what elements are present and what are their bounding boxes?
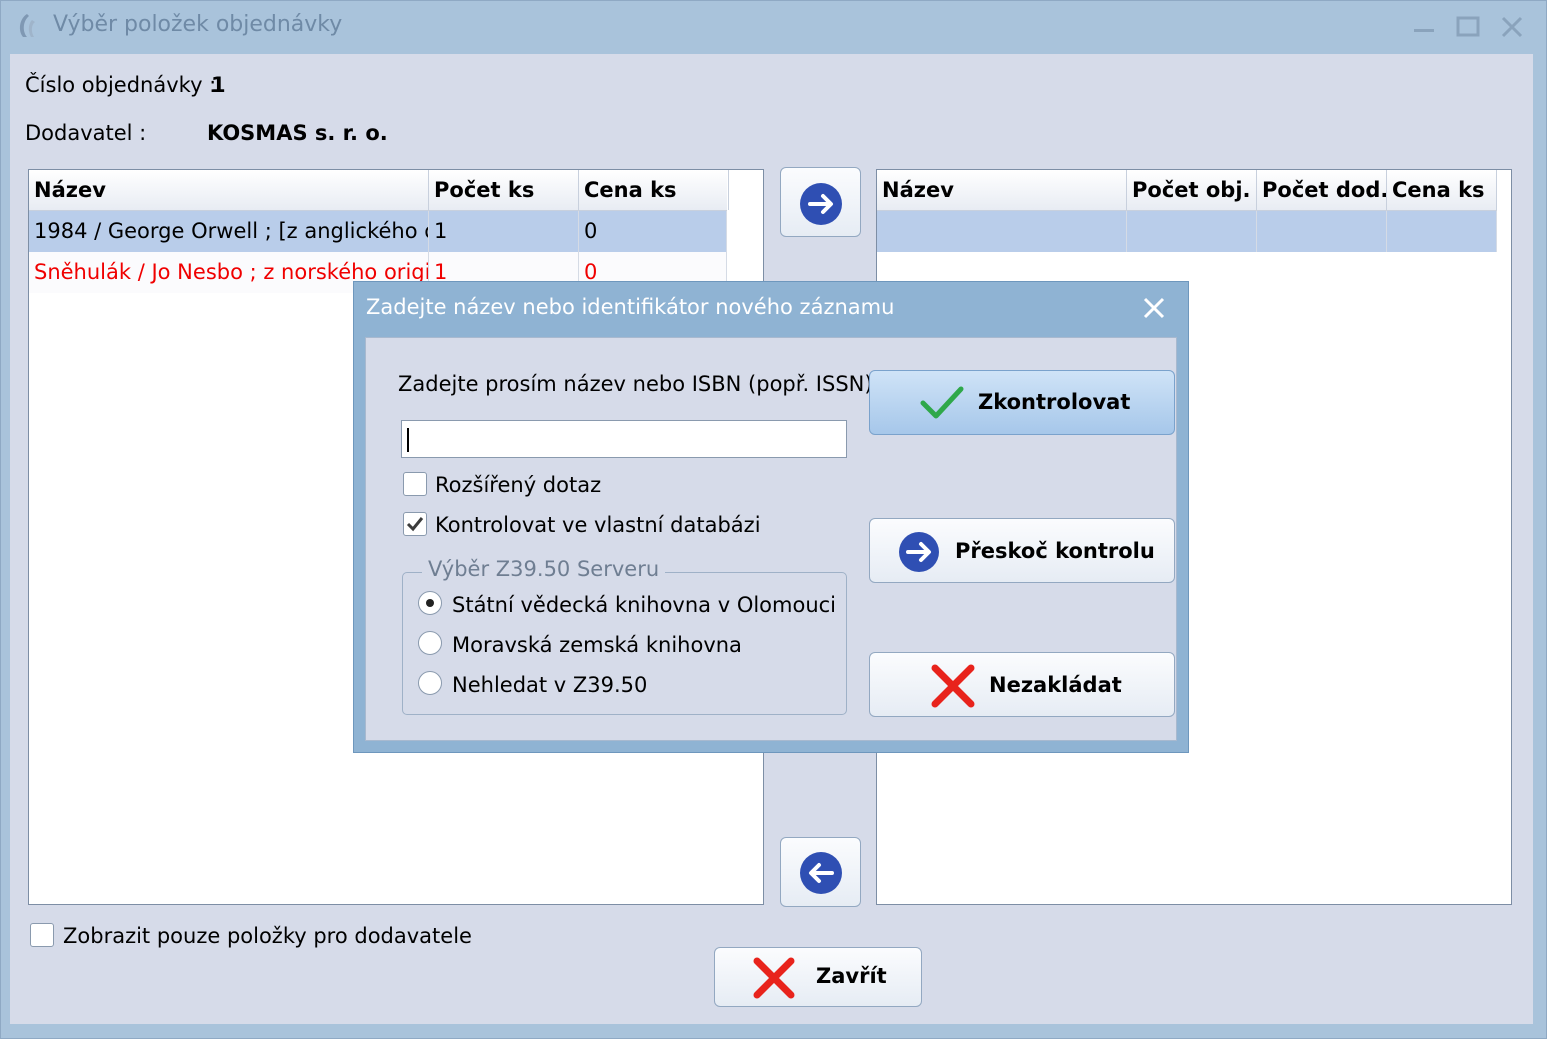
server-option-olomouc: Státní vědecká knihovna v Olomouci [452,593,837,617]
close-icon [1501,16,1523,38]
table-row[interactable] [877,211,1497,252]
app-logo-icon [19,14,35,37]
server-option-mzk: Moravská zemská knihovna [452,633,742,657]
column-header-delivered[interactable]: Počet dod. [1257,170,1387,210]
arrow-right-icon [800,183,842,225]
window-title: Výběr položek objednávky [53,12,343,37]
red-x-icon [931,664,975,708]
cell-price [1387,211,1497,252]
check-own-db-label: Kontrolovat ve vlastní databázi [435,513,761,537]
arrow-left-icon [800,852,842,894]
column-header-ordered[interactable]: Počet obj. [1127,170,1257,210]
text-cursor [407,428,409,452]
supplier-label: Dodavatel : [25,121,147,145]
server-radio-olomouc[interactable] [418,591,442,615]
extended-query-checkbox[interactable] [403,472,427,496]
remove-item-button[interactable] [780,837,861,907]
order-number-value: 1 [211,73,226,97]
grid-header: Název Počet obj. Počet dod. Cena ks [877,170,1497,211]
title-isbn-input[interactable] [401,420,847,458]
dialog-prompt: Zadejte prosím název nebo ISBN (popř. IS… [398,372,873,396]
dialog-body: Zadejte prosím název nebo ISBN (popř. IS… [365,337,1177,741]
arrow-right-icon [899,532,939,572]
extended-query-label: Rozšířený dotaz [435,473,602,497]
red-x-icon [753,957,795,999]
column-header-count[interactable]: Počet ks [429,170,579,210]
dialog-close-icon[interactable] [1142,296,1166,320]
cell-count: 1 [429,211,579,252]
main-window: Výběr položek objednávky Číslo objednávk… [0,0,1547,1039]
server-radio-none[interactable] [418,671,442,695]
supplier-value: KOSMAS s. r. o. [207,121,388,145]
supplier-filter-label: Zobrazit pouze položky pro dodavatele [63,924,472,948]
table-row[interactable]: 1984 / George Orwell ; [z anglického ori… [29,211,727,252]
cell-name [877,211,1127,252]
check-button[interactable]: Zkontrolovat [869,370,1175,435]
new-record-dialog: Zadejte název nebo identifikátor nového … [353,281,1189,753]
supplier-filter-checkbox[interactable] [30,923,54,947]
minimize-icon [1414,29,1434,32]
dialog-title: Zadejte název nebo identifikátor nového … [366,295,895,319]
server-option-none: Nehledat v Z39.50 [452,673,648,697]
cell-ordered [1127,211,1257,252]
column-header-name[interactable]: Název [877,170,1127,210]
close-button-label: Zavřít [816,964,887,988]
maximize-button[interactable] [1450,9,1486,45]
server-radio-mzk[interactable] [418,631,442,655]
z3950-server-group-legend: Výběr Z39.50 Serveru [422,557,666,581]
radio-dot [426,599,434,607]
cell-name: 1984 / George Orwell ; [z anglického ori… [29,211,429,252]
cell-price: 0 [579,211,727,252]
column-header-price[interactable]: Cena ks [1387,170,1497,210]
column-header-name[interactable]: Název [29,170,429,210]
grid-header: Název Počet ks Cena ks [29,170,729,211]
title-bar: Výběr položek objednávky [1,1,1546,53]
checkmark-icon [406,517,424,532]
dont-create-button[interactable]: Nezakládat [869,652,1175,717]
maximize-icon [1456,16,1480,37]
minimize-button[interactable] [1406,9,1442,45]
green-checkmark-icon [920,386,964,419]
close-button[interactable]: Zavřít [714,947,922,1007]
skip-check-button-label: Přeskoč kontrolu [955,539,1155,563]
column-header-price[interactable]: Cena ks [579,170,729,210]
order-number-label: Číslo objednávky : [25,73,217,97]
cell-delivered [1257,211,1387,252]
check-button-label: Zkontrolovat [978,390,1131,414]
close-window-button[interactable] [1494,9,1530,45]
skip-check-button[interactable]: Přeskoč kontrolu [869,518,1175,583]
add-item-button[interactable] [780,167,861,237]
dont-create-button-label: Nezakládat [989,673,1122,697]
check-own-db-checkbox[interactable] [403,512,427,536]
